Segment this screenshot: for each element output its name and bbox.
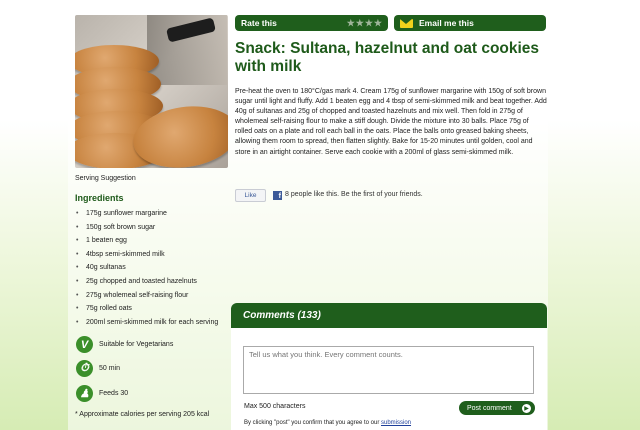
vegetarian-label: Suitable for Vegetarians — [99, 341, 174, 348]
ingredient-item: 200ml semi-skimmed milk for each serving — [75, 316, 218, 330]
ingredient-item: 1 beaten egg — [75, 234, 218, 248]
email-me-label: Email me this — [419, 18, 474, 28]
feeds-label: Feeds 30 — [99, 390, 129, 397]
arrow-right-icon: ▶ — [522, 403, 531, 413]
comment-input[interactable] — [243, 346, 534, 394]
vegetarian-badge: V Suitable for Vegetarians — [76, 336, 173, 353]
ingredient-item: 275g wholemeal self-raising flour — [75, 289, 218, 303]
like-count-text: 8 people like this. Be the first of your… — [285, 191, 423, 198]
ingredient-item: 75g rolled oats — [75, 302, 218, 316]
vegetarian-icon: V — [76, 336, 93, 353]
rating-stars-icon[interactable]: ★★★★ — [347, 18, 383, 29]
recipe-title: Snack: Sultana, hazelnut and oat cookies… — [235, 40, 540, 75]
max-characters-note: Max 500 characters — [244, 403, 306, 410]
approx-calories: * Approximate calories per serving 205 k… — [75, 411, 210, 418]
ingredient-item: 4tbsp semi-skimmed milk — [75, 248, 218, 262]
terms-text: By clicking "post" you confirm that you … — [244, 420, 381, 426]
post-comment-button[interactable]: Post comment ▶ — [459, 401, 535, 415]
ingredient-item: 175g sunflower margarine — [75, 207, 218, 221]
comments-title: Comments (133) — [243, 310, 321, 321]
ingredient-item: 25g chopped and toasted hazelnuts — [75, 275, 218, 289]
email-me-button[interactable]: Email me this — [394, 15, 546, 31]
ingredient-item: 40g sultanas — [75, 261, 218, 275]
person-icon: ♟ — [76, 385, 93, 402]
submission-link[interactable]: submission — [381, 420, 411, 426]
recipe-photo — [75, 15, 228, 168]
ingredients-heading: Ingredients — [75, 193, 124, 203]
recipe-page: Serving Suggestion Ingredients 175g sunf… — [0, 0, 640, 430]
comments-header: Comments (133) — [231, 303, 547, 335]
recipe-method: Pre-heat the oven to 180°C/gas mark 4. C… — [235, 88, 547, 156]
rate-this-button[interactable]: Rate this ★★★★ — [235, 15, 388, 31]
time-badge: ⏱ 50 min — [76, 360, 120, 377]
ingredients-list: 175g sunflower margarine 150g soft brown… — [75, 207, 218, 329]
photo-caption: Serving Suggestion — [75, 175, 136, 182]
post-comment-label: Post comment — [467, 404, 512, 412]
facebook-like-button[interactable]: Like — [235, 189, 266, 202]
terms-note: By clicking "post" you confirm that you … — [244, 420, 411, 426]
ingredient-item: 150g soft brown sugar — [75, 221, 218, 235]
feeds-badge: ♟ Feeds 30 — [76, 385, 128, 402]
like-button-label: Like — [244, 192, 257, 199]
rate-this-label: Rate this — [241, 18, 277, 28]
facebook-icon: f — [273, 191, 282, 200]
stopwatch-icon: ⏱ — [76, 360, 93, 377]
envelope-icon — [400, 18, 413, 28]
time-label: 50 min — [99, 365, 121, 372]
